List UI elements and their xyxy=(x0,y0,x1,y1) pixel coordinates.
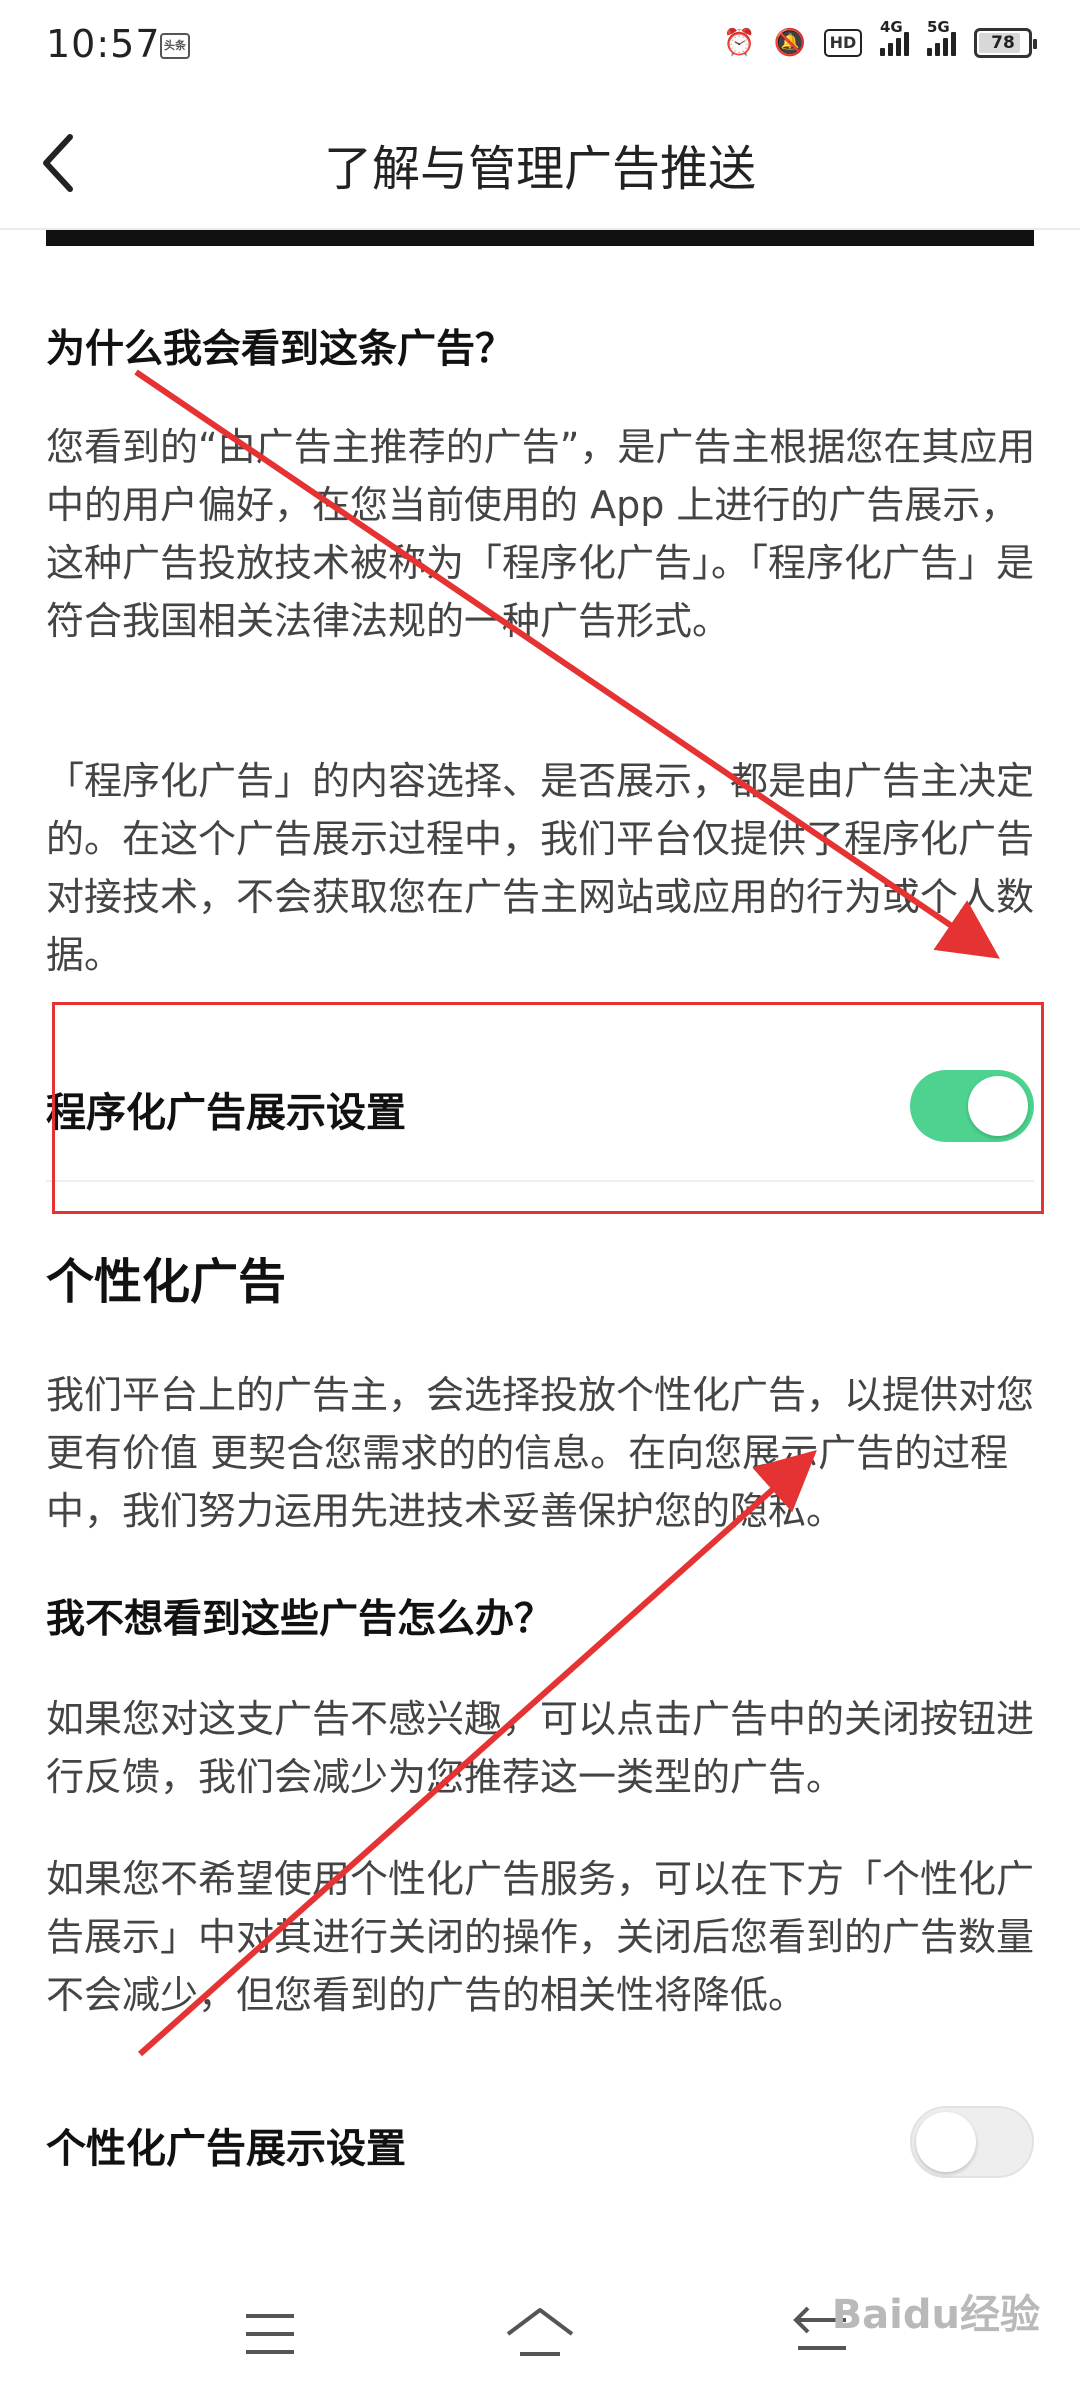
toggle-knob xyxy=(916,2112,976,2172)
personalized-ad-toggle[interactable] xyxy=(910,2106,1034,2178)
toggle-knob xyxy=(968,1076,1028,1136)
app-badge-icon: 头条 xyxy=(160,33,190,59)
status-icons: ⏰ 🔕 HD 4G 5G 78 xyxy=(723,18,1037,58)
page: 10:57 头条 ⏰ 🔕 HD 4G 5G 78 了解与管理广告推送 为什么我会… xyxy=(0,0,1080,2404)
signal-4g-label: 4G xyxy=(880,18,903,36)
programmatic-ad-setting-row: 程序化广告展示设置 xyxy=(46,1044,1034,1164)
baidu-watermark: Baidu经验 xyxy=(831,2292,1040,2338)
status-time: 10:57 xyxy=(46,22,161,66)
personalized-ad-paragraph-1: 我们平台上的广告主，会选择投放个性化广告，以提供对您更有价值 更契合您需求的的信… xyxy=(46,1373,1035,1533)
nav-bar: 了解与管理广告推送 xyxy=(0,95,1080,230)
personalized-ad-setting-row: 个性化广告展示设置 xyxy=(46,2080,1034,2200)
personalized-ad-setting-label: 个性化广告展示设置 xyxy=(46,2126,406,2172)
content-top-bar xyxy=(46,230,1034,246)
status-bar: 10:57 头条 ⏰ 🔕 HD 4G 5G 78 xyxy=(0,0,1080,95)
opt-out-paragraph-1: 如果您对这支广告不感兴趣，可以点击广告中的关闭按钮进行反馈，我们会减少为您推荐这… xyxy=(46,1697,1035,1799)
menu-button[interactable] xyxy=(230,2300,310,2370)
battery-icon: 78 xyxy=(974,28,1037,58)
opt-out-question: 我不想看到这些广告怎么办？ xyxy=(46,1597,554,1642)
hd-badge: HD xyxy=(824,29,862,57)
menu-icon xyxy=(246,2314,294,2354)
page-title: 了解与管理广告推送 xyxy=(323,141,756,197)
why-ad-paragraph-2: 「程序化广告」的内容选择、是否展示，都是由广告主决定的。在这个广告展示过程中，我… xyxy=(46,759,1035,977)
signal-5g-icon: 5G xyxy=(927,18,956,56)
why-ad-paragraph-1: 您看到的“由广告主推荐的广告”，是广告主根据您在其应用中的用户偏好，在您当前使用… xyxy=(46,425,1036,643)
home-icon xyxy=(506,2308,574,2356)
signal-5g-label: 5G xyxy=(927,18,950,36)
programmatic-ad-toggle[interactable] xyxy=(910,1070,1034,1142)
programmatic-ad-setting-label: 程序化广告展示设置 xyxy=(46,1090,406,1136)
why-ad-question: 为什么我会看到这条广告？ xyxy=(46,327,515,372)
opt-out-paragraph-2: 如果您不希望使用个性化广告服务，可以在下方「个性化广告展示」中对其进行关闭的操作… xyxy=(46,1857,1035,2017)
mute-icon: 🔕 xyxy=(773,28,806,58)
alarm-icon: ⏰ xyxy=(723,28,756,58)
divider xyxy=(46,1180,1034,1182)
battery-level: 78 xyxy=(991,33,1015,53)
signal-4g-icon: 4G xyxy=(880,18,909,56)
personalized-ad-title: 个性化广告 xyxy=(46,1254,287,1310)
home-button[interactable] xyxy=(500,2300,580,2370)
